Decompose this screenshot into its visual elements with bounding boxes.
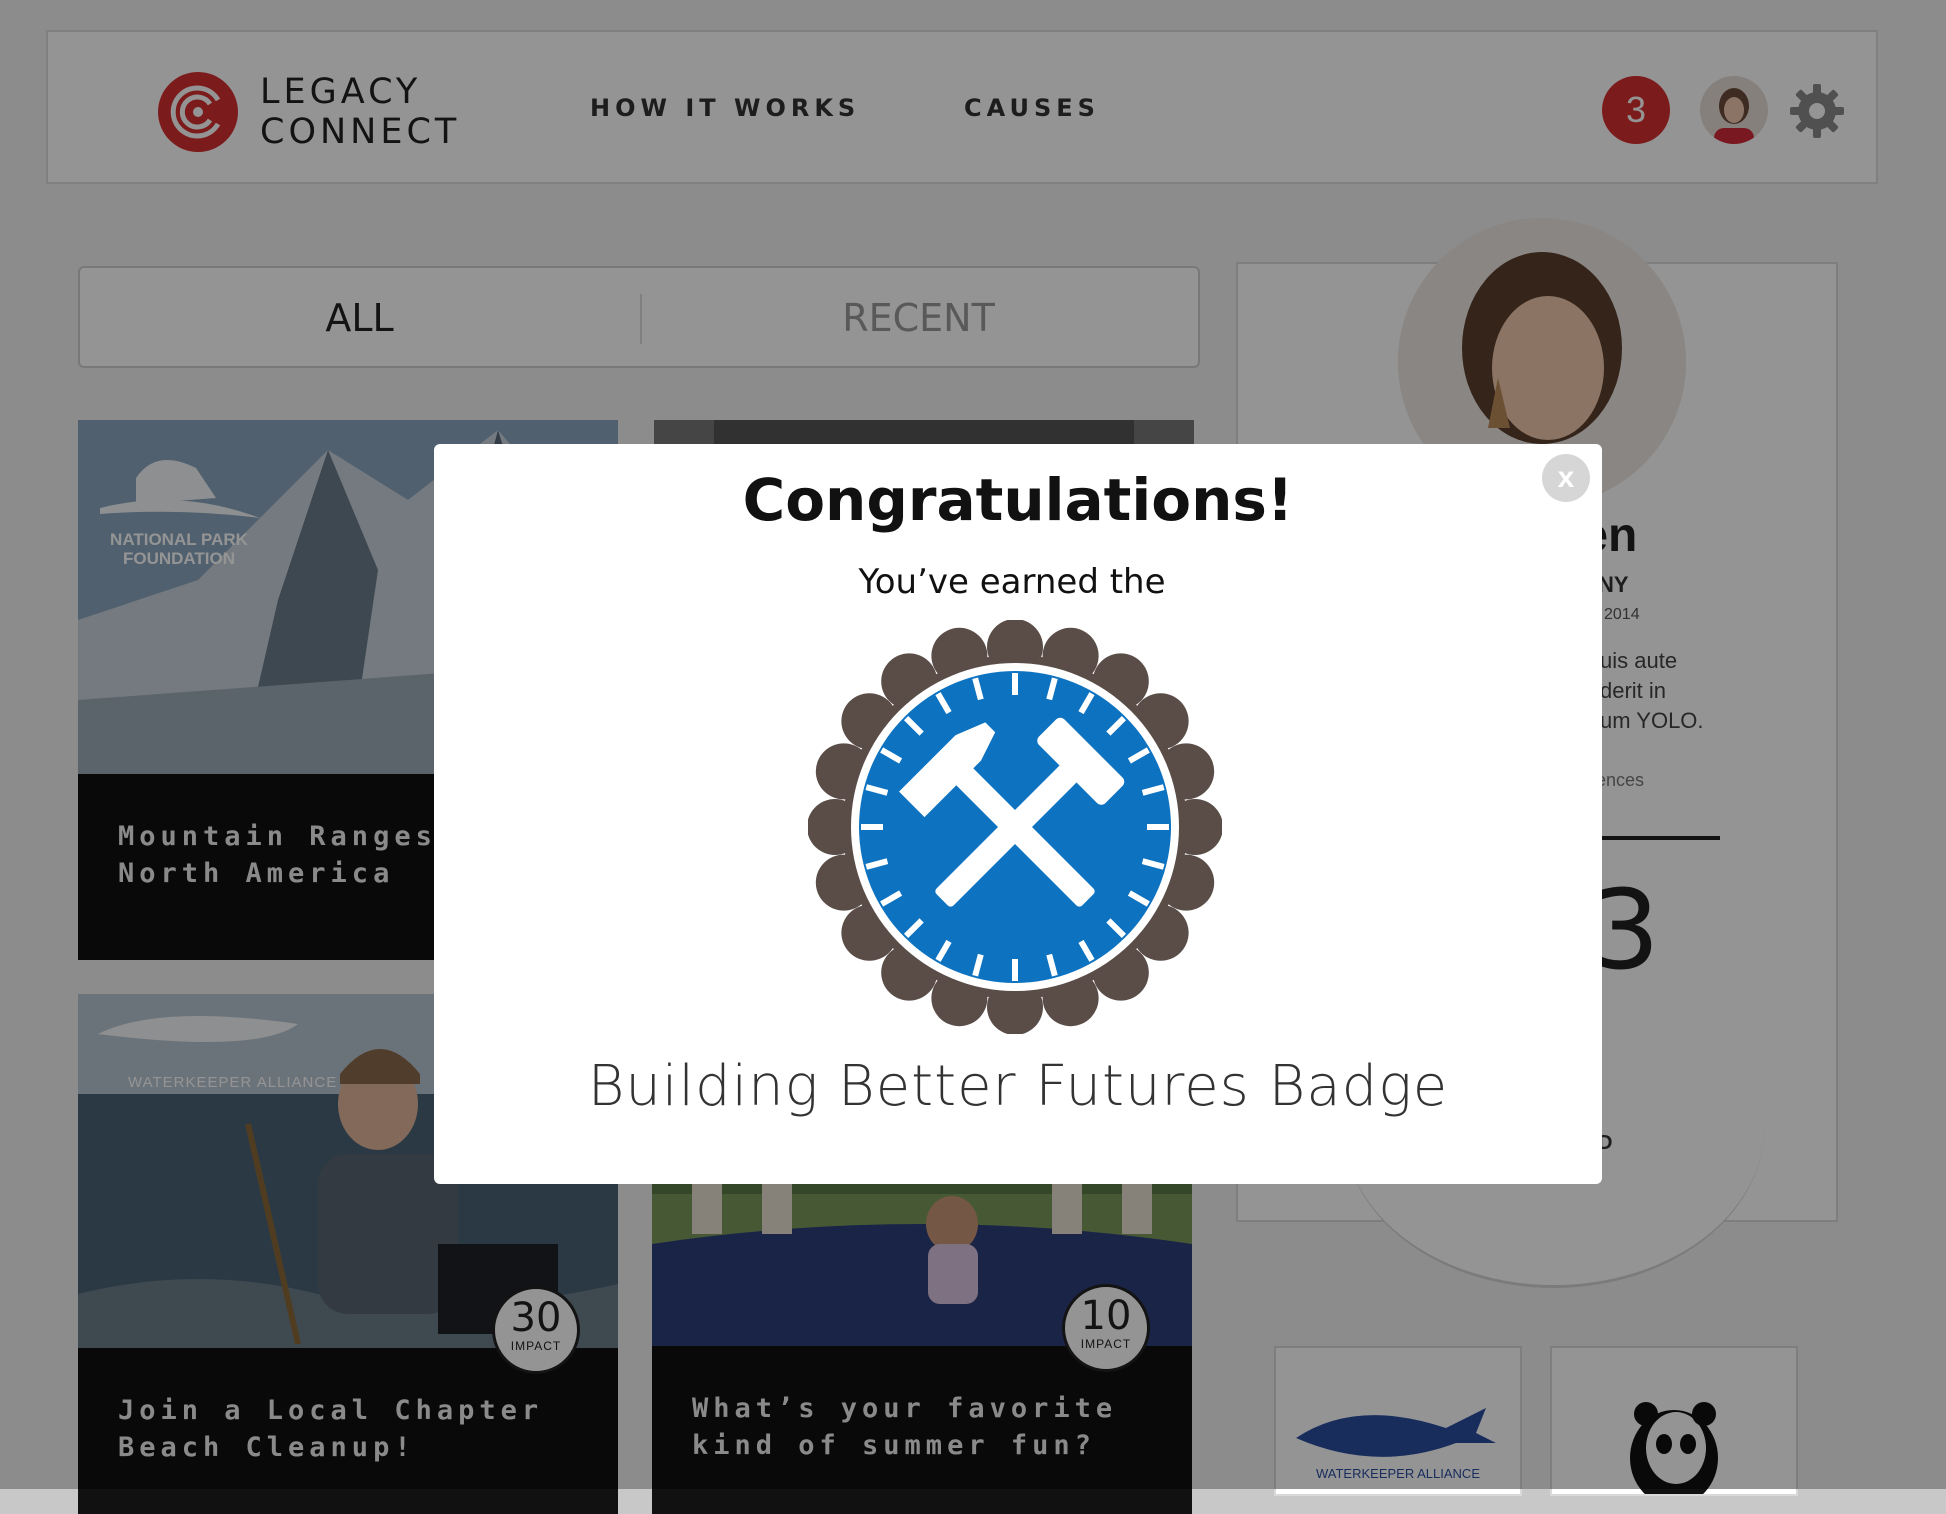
badge-tick <box>1147 824 1169 830</box>
badge-name: Building Better Futures Badge <box>587 1054 1449 1119</box>
crossed-hammers-icon <box>808 620 1222 1034</box>
modal-subtitle: You’ve earned the <box>858 562 1166 602</box>
badge-tick <box>861 824 883 830</box>
badge-earned-modal: x Congratulations! You’ve earned the Bui… <box>434 444 1602 1184</box>
badge-tick <box>1012 959 1018 981</box>
modal-title: Congratulations! <box>742 466 1294 534</box>
badge-tick <box>1012 673 1018 695</box>
